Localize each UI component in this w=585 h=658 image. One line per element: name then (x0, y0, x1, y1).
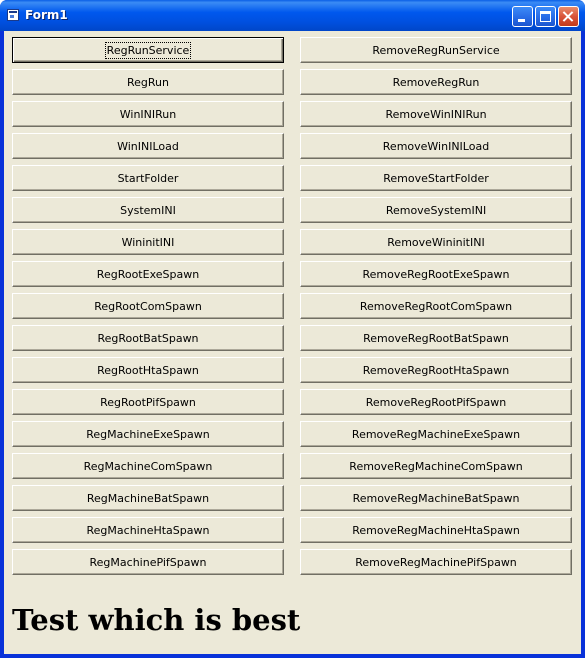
button-label: RegRootBatSpawn (97, 331, 199, 345)
application-window: Form1 RegRunService RemoveRegRunService Re… (0, 0, 585, 658)
button-label: RegMachinePifSpawn (89, 555, 207, 569)
button-label: RegRun (127, 75, 169, 89)
button-label: WinINIRun (119, 107, 177, 121)
button-label: RegRootHtaSpawn (97, 363, 199, 377)
button-right-1[interactable]: RemoveRegRun (300, 69, 572, 95)
button-left-0[interactable]: RegRunService (12, 37, 284, 63)
button-label: RegRootComSpawn (94, 299, 202, 313)
button-left-12[interactable]: RegMachineExeSpawn (12, 421, 284, 447)
button-right-6[interactable]: RemoveWininitINI (300, 229, 572, 255)
button-label: WininitINI (121, 235, 175, 249)
button-right-2[interactable]: RemoveWinINIRun (300, 101, 572, 127)
button-left-10[interactable]: RegRootHtaSpawn (12, 357, 284, 383)
close-icon (559, 7, 578, 26)
window-title: Form1 (25, 8, 68, 22)
button-label: RemoveWinINILoad (382, 139, 490, 153)
button-right-12[interactable]: RemoveRegMachineExeSpawn (300, 421, 572, 447)
button-label: RemoveRegRootHtaSpawn (362, 363, 510, 377)
button-label: RemoveRegRootExeSpawn (362, 267, 510, 281)
button-label: RemoveRegRun (392, 75, 480, 89)
button-right-7[interactable]: RemoveRegRootExeSpawn (300, 261, 572, 287)
minimize-icon (518, 19, 525, 22)
button-label: RegRunService (104, 41, 192, 59)
button-left-6[interactable]: WininitINI (12, 229, 284, 255)
button-left-9[interactable]: RegRootBatSpawn (12, 325, 284, 351)
button-left-1[interactable]: RegRun (12, 69, 284, 95)
button-right-5[interactable]: RemoveSystemINI (300, 197, 572, 223)
minimize-button[interactable] (512, 6, 533, 27)
button-right-14[interactable]: RemoveRegMachineBatSpawn (300, 485, 572, 511)
button-left-13[interactable]: RegMachineComSpawn (12, 453, 284, 479)
button-right-11[interactable]: RemoveRegRootPifSpawn (300, 389, 572, 415)
button-label: WinINILoad (117, 139, 179, 153)
maximize-button[interactable] (535, 6, 556, 27)
button-label: SystemINI (120, 203, 176, 217)
button-right-4[interactable]: RemoveStartFolder (300, 165, 572, 191)
button-right-0[interactable]: RemoveRegRunService (300, 37, 572, 63)
caption-label: Test which is best (12, 603, 301, 637)
button-label: RegMachineExeSpawn (86, 427, 210, 441)
button-label: RegMachineBatSpawn (86, 491, 210, 505)
button-label: RemoveRegMachineExeSpawn (351, 427, 521, 441)
button-label: RemoveRegMachineHtaSpawn (352, 523, 520, 537)
button-right-10[interactable]: RemoveRegRootHtaSpawn (300, 357, 572, 383)
button-left-15[interactable]: RegMachineHtaSpawn (12, 517, 284, 543)
button-right-9[interactable]: RemoveRegRootBatSpawn (300, 325, 572, 351)
button-left-8[interactable]: RegRootComSpawn (12, 293, 284, 319)
button-label: RegRootExeSpawn (96, 267, 200, 281)
button-label: RemoveWininitINI (387, 235, 485, 249)
button-label: StartFolder (117, 171, 179, 185)
button-left-3[interactable]: WinINILoad (12, 133, 284, 159)
button-label: RemoveRegRootBatSpawn (363, 331, 509, 345)
button-label: RemoveSystemINI (385, 203, 487, 217)
button-label: RemoveRegRootPifSpawn (365, 395, 507, 409)
button-label: RemoveRegMachineComSpawn (349, 459, 523, 473)
button-label: RegMachineComSpawn (83, 459, 213, 473)
form-client-area: RegRunService RemoveRegRunService RegRun Re… (4, 31, 581, 654)
button-label: RemoveWinINIRun (385, 107, 487, 121)
button-left-2[interactable]: WinINIRun (12, 101, 284, 127)
close-button[interactable] (558, 6, 579, 27)
form-icon[interactable] (7, 9, 19, 21)
button-label: RegRootPifSpawn (100, 395, 196, 409)
button-label: RemoveStartFolder (383, 171, 489, 185)
button-left-4[interactable]: StartFolder (12, 165, 284, 191)
button-label: RemoveRegMachineBatSpawn (352, 491, 520, 505)
button-left-7[interactable]: RegRootExeSpawn (12, 261, 284, 287)
button-right-8[interactable]: RemoveRegRootComSpawn (300, 293, 572, 319)
button-left-5[interactable]: SystemINI (12, 197, 284, 223)
button-left-11[interactable]: RegRootPifSpawn (12, 389, 284, 415)
button-label: RemoveRegRunService (372, 43, 500, 57)
button-right-13[interactable]: RemoveRegMachineComSpawn (300, 453, 572, 479)
button-right-16[interactable]: RemoveRegMachinePifSpawn (300, 549, 572, 575)
button-label: RegMachineHtaSpawn (86, 523, 210, 537)
maximize-icon (540, 11, 551, 22)
button-left-16[interactable]: RegMachinePifSpawn (12, 549, 284, 575)
title-bar[interactable]: Form1 (0, 0, 585, 31)
button-left-14[interactable]: RegMachineBatSpawn (12, 485, 284, 511)
button-right-15[interactable]: RemoveRegMachineHtaSpawn (300, 517, 572, 543)
button-label: RemoveRegRootComSpawn (359, 299, 513, 313)
button-right-3[interactable]: RemoveWinINILoad (300, 133, 572, 159)
button-label: RemoveRegMachinePifSpawn (355, 555, 517, 569)
